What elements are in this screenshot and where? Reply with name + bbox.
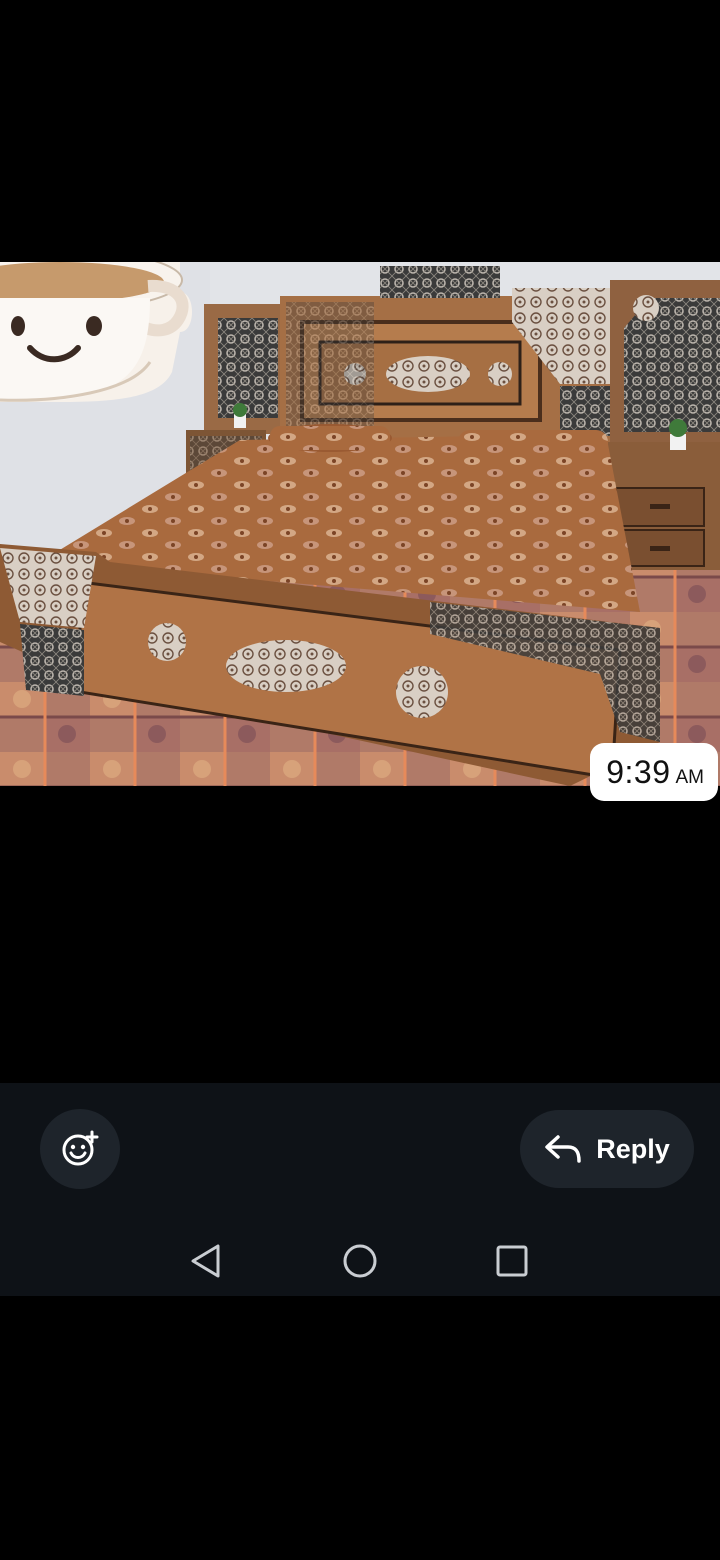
- shared-photo[interactable]: [0, 262, 720, 786]
- image-viewer-screen: 9:39 AM Reply: [0, 0, 720, 1560]
- add-emoji-reaction-icon: [62, 1130, 99, 1166]
- reply-button[interactable]: Reply: [520, 1110, 694, 1188]
- timestamp-ampm: AM: [675, 767, 705, 788]
- bedroom-bed-photo: [0, 262, 720, 786]
- reply-arrow-icon: [545, 1135, 581, 1163]
- reply-label: Reply: [596, 1133, 670, 1164]
- nav-home-button[interactable]: [332, 1233, 388, 1289]
- system-navigation-bar: [0, 1223, 720, 1296]
- timestamp-time: 9:39: [606, 754, 671, 790]
- message-timestamp: 9:39 AM: [590, 743, 718, 801]
- home-circle-icon: [343, 1244, 377, 1278]
- bottom-action-panel: Reply: [0, 1083, 720, 1296]
- nav-recents-button[interactable]: [484, 1233, 540, 1289]
- coffee-cup-sticker: [0, 262, 192, 402]
- nav-back-button[interactable]: [178, 1233, 234, 1289]
- recents-square-icon: [496, 1245, 528, 1277]
- back-triangle-icon: [191, 1244, 220, 1278]
- add-reaction-button[interactable]: [40, 1109, 120, 1189]
